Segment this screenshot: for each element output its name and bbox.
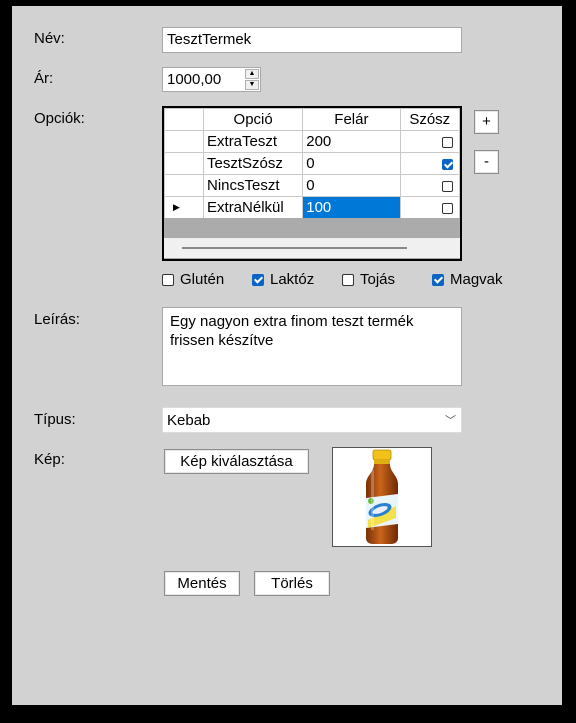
allergen-lactose[interactable]: Laktóz [252, 271, 314, 288]
price-label: Ár: [34, 70, 54, 87]
type-selected-value: Kebab [167, 412, 211, 429]
sauce-checkbox[interactable] [442, 202, 453, 214]
table-row[interactable]: ExtraTeszt 200 [164, 130, 460, 153]
allergen-seeds[interactable]: Magvak [432, 271, 503, 288]
price-value: 1000,00 [167, 71, 222, 88]
grid-corner-header [164, 108, 205, 131]
product-picture [332, 447, 432, 547]
allergen-gluten[interactable]: Glutén [162, 271, 224, 288]
add-option-button[interactable]: + [474, 110, 499, 134]
choose-image-button[interactable]: Kép kiválasztása [164, 449, 309, 474]
row-header[interactable] [164, 152, 205, 175]
bottle-image [366, 449, 398, 544]
egg-label: Tojás [360, 271, 396, 288]
row-header[interactable] [164, 174, 205, 197]
sauce-checkbox[interactable] [442, 180, 453, 192]
up-arrow-icon[interactable]: ▲ [245, 69, 259, 79]
egg-checkbox[interactable] [342, 273, 354, 286]
sauce-checkbox[interactable] [442, 158, 453, 170]
cell-extra-selected[interactable]: 100 [302, 196, 401, 219]
product-form: Név: TesztTermek Ár: 1000,00 ▲ ▼ Opciók:… [12, 6, 562, 705]
description-label: Leírás: [34, 311, 80, 328]
description-textarea[interactable]: Egy nagyon extra finom teszt termék fris… [162, 307, 462, 386]
row-header[interactable] [164, 130, 205, 153]
cell-extra[interactable]: 0 [302, 174, 401, 197]
gluten-label: Glutén [180, 271, 225, 288]
type-label: Típus: [34, 411, 76, 428]
cell-extra[interactable]: 200 [302, 130, 401, 153]
column-header-option[interactable]: Opció [203, 108, 304, 131]
cell-option[interactable]: TesztSzósz [203, 152, 304, 175]
lactose-checkbox[interactable] [252, 273, 264, 286]
image-label: Kép: [34, 451, 65, 468]
name-label: Név: [34, 30, 65, 47]
cell-option[interactable]: NincsTeszt [203, 174, 304, 197]
scrollbar-thumb[interactable] [182, 247, 407, 249]
chevron-down-icon[interactable]: ﹀ [445, 412, 456, 428]
type-combobox[interactable]: Kebab ﹀ [162, 407, 462, 433]
allergen-egg[interactable]: Tojás [342, 271, 395, 288]
column-header-extra[interactable]: Felár [302, 108, 401, 131]
sauce-checkbox[interactable] [442, 136, 453, 148]
delete-button[interactable]: Törlés [254, 571, 330, 596]
grid-horizontal-scrollbar[interactable] [164, 238, 460, 258]
cell-sauce[interactable] [399, 152, 460, 175]
save-button[interactable]: Mentés [164, 571, 240, 596]
grid-header-row: Opció Felár Szósz [164, 108, 460, 131]
table-row[interactable]: NincsTeszt 0 [164, 174, 460, 197]
name-input[interactable]: TesztTermek [162, 27, 462, 53]
seeds-checkbox[interactable] [432, 273, 444, 286]
options-label: Opciók: [34, 110, 85, 127]
cell-sauce[interactable] [399, 130, 460, 153]
cell-extra[interactable]: 0 [302, 152, 401, 175]
table-row[interactable]: TesztSzósz 0 [164, 152, 460, 175]
cell-sauce[interactable] [399, 196, 460, 219]
price-numeric-updown[interactable]: 1000,00 ▲ ▼ [162, 67, 261, 92]
cell-option[interactable]: ExtraTeszt [203, 130, 304, 153]
options-grid[interactable]: Opció Felár Szósz ExtraTeszt 200 TesztSz… [162, 106, 462, 261]
table-row[interactable]: ▶ ExtraNélkül 100 [164, 196, 460, 219]
cell-sauce[interactable] [399, 174, 460, 197]
lactose-label: Laktóz [270, 271, 315, 288]
cell-option[interactable]: ExtraNélkül [203, 196, 304, 219]
row-pointer-icon[interactable]: ▶ [164, 196, 205, 219]
seeds-label: Magvak [450, 271, 503, 288]
column-header-sauce[interactable]: Szósz [399, 108, 460, 131]
gluten-checkbox[interactable] [162, 273, 174, 286]
remove-option-button[interactable]: - [474, 150, 499, 174]
down-arrow-icon[interactable]: ▼ [245, 80, 259, 90]
options-table: Opció Felár Szósz ExtraTeszt 200 TesztSz… [164, 108, 460, 219]
